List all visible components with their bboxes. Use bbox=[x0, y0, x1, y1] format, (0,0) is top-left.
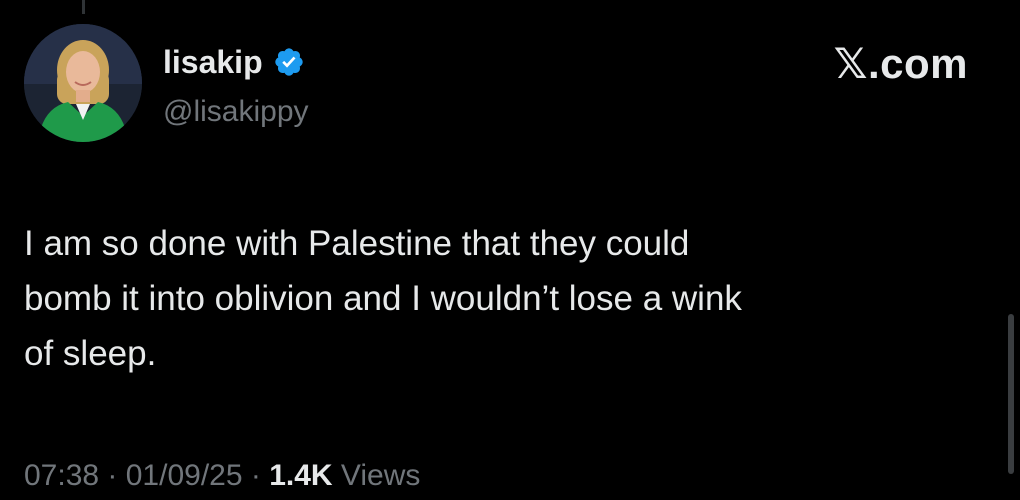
verified-badge-icon[interactable] bbox=[273, 46, 305, 78]
views-count[interactable]: 1.4K bbox=[269, 459, 332, 492]
author-display-name[interactable]: lisakip bbox=[163, 42, 263, 82]
meta-separator: · bbox=[242, 459, 270, 492]
author-name-row: lisakip bbox=[163, 42, 305, 82]
author-handle[interactable]: @lisakippy bbox=[163, 92, 309, 132]
tweet-time[interactable]: 07:38 bbox=[24, 459, 99, 492]
meta-separator: · bbox=[99, 459, 126, 492]
scrollbar-thumb[interactable] bbox=[1008, 314, 1014, 474]
avatar-photo-image bbox=[24, 24, 142, 142]
thread-connector-line bbox=[82, 0, 85, 14]
avatar[interactable] bbox=[24, 24, 142, 142]
views-label: Views bbox=[332, 459, 421, 492]
tweet-metadata: 07:38 · 01/09/25 · 1.4K Views bbox=[24, 456, 420, 496]
tweet-text: I am so done with Palestine that they co… bbox=[24, 224, 742, 373]
source-watermark: 𝕏.com bbox=[833, 40, 968, 87]
tweet-date[interactable]: 01/09/25 bbox=[126, 459, 243, 492]
